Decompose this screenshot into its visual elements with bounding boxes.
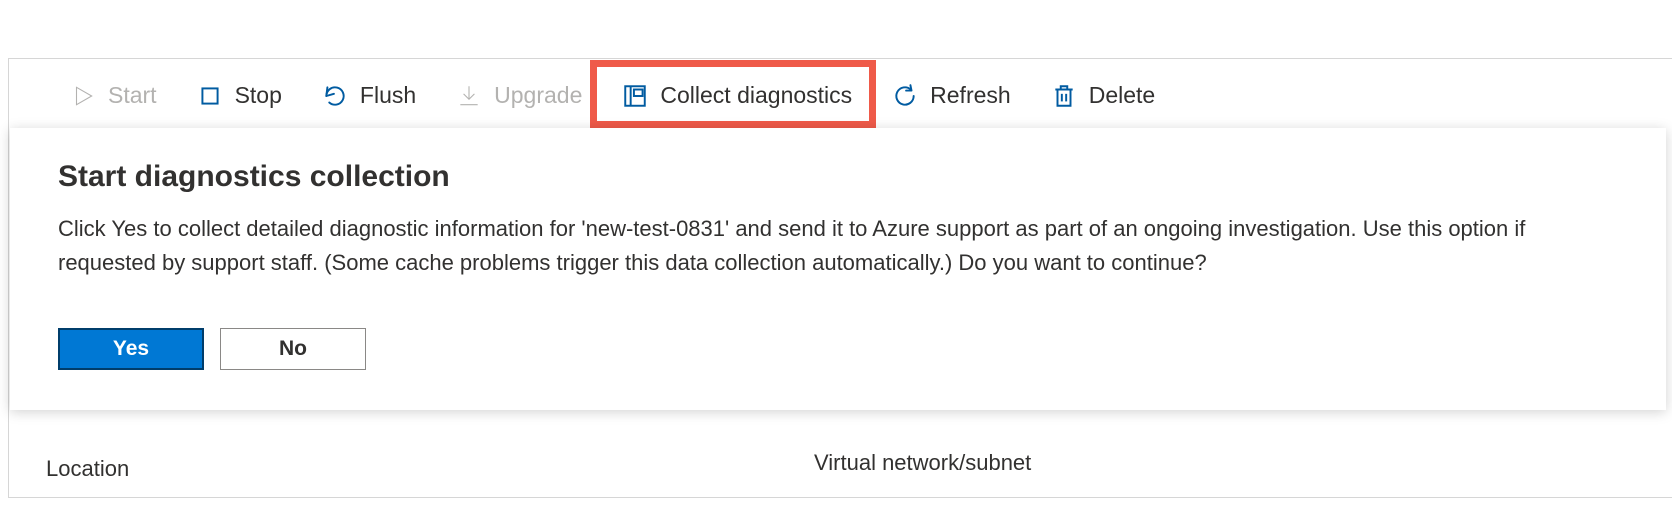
start-label: Start	[108, 82, 157, 109]
flush-icon	[322, 83, 348, 109]
upgrade-button: Upgrade	[436, 74, 602, 117]
play-icon	[70, 83, 96, 109]
refresh-label: Refresh	[930, 82, 1011, 109]
start-button: Start	[50, 74, 177, 117]
trash-icon	[1051, 83, 1077, 109]
stop-label: Stop	[235, 82, 282, 109]
stop-icon	[197, 83, 223, 109]
confirm-dialog: Start diagnostics collection Click Yes t…	[10, 128, 1666, 410]
stop-button[interactable]: Stop	[177, 74, 302, 117]
dialog-button-row: Yes No	[58, 328, 1618, 370]
collect-diagnostics-button[interactable]: Collect diagnostics	[602, 74, 872, 117]
collect-icon	[622, 83, 648, 109]
yes-button[interactable]: Yes	[58, 328, 204, 370]
download-icon	[456, 83, 482, 109]
flush-label: Flush	[360, 82, 416, 109]
dialog-body: Click Yes to collect detailed diagnostic…	[58, 212, 1578, 280]
delete-label: Delete	[1089, 82, 1155, 109]
dialog-title: Start diagnostics collection	[58, 160, 1618, 194]
upgrade-label: Upgrade	[494, 82, 582, 109]
collect-label: Collect diagnostics	[660, 82, 852, 109]
flush-button[interactable]: Flush	[302, 74, 436, 117]
no-button[interactable]: No	[220, 328, 366, 370]
toolbar: Start Stop Flush Upgrade Collect diagnos…	[50, 74, 1175, 117]
refresh-button[interactable]: Refresh	[872, 74, 1031, 117]
refresh-icon	[892, 83, 918, 109]
delete-button[interactable]: Delete	[1031, 74, 1175, 117]
location-label: Location	[46, 456, 129, 482]
vnet-label: Virtual network/subnet	[814, 450, 1031, 476]
